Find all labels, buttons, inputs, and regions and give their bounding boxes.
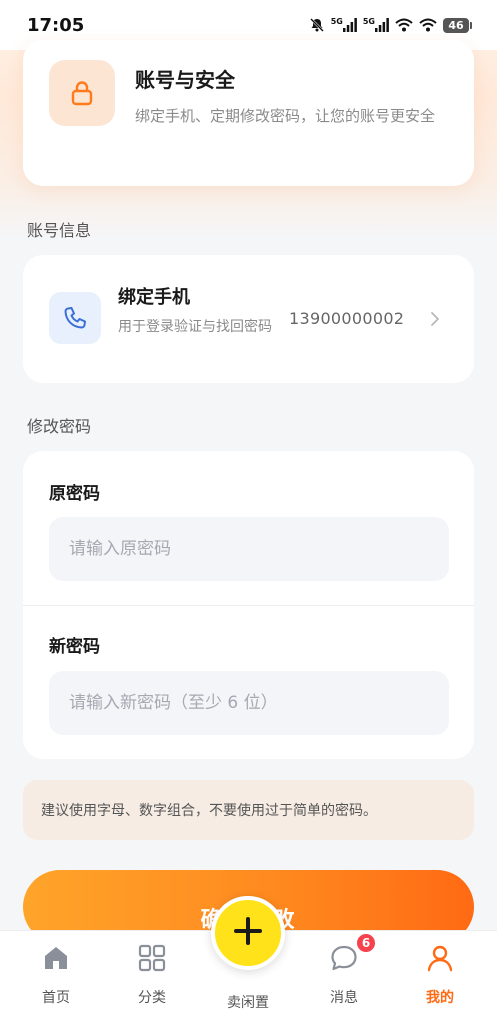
password-tip: 建议使用字母、数字组合，不要使用过于简单的密码。 bbox=[23, 780, 474, 840]
signal-icon: 5G bbox=[363, 18, 389, 32]
tab-label: 消息 bbox=[330, 990, 358, 1006]
page-description: 绑定手机、定期修改密码，让您的账号更安全 bbox=[135, 107, 436, 125]
plus-icon bbox=[232, 915, 264, 951]
tab-label: 我的 bbox=[426, 990, 454, 1006]
section-label-password: 修改密码 bbox=[27, 417, 92, 436]
mute-bell-icon bbox=[309, 17, 325, 33]
grid-icon bbox=[137, 943, 167, 977]
chat-icon bbox=[329, 943, 359, 977]
tab-home[interactable]: 首页 bbox=[21, 931, 91, 1024]
new-password-input[interactable] bbox=[49, 671, 449, 735]
signal1-label: 5G bbox=[330, 17, 343, 26]
old-password-label: 原密码 bbox=[49, 484, 100, 504]
new-password-label: 新密码 bbox=[49, 637, 100, 657]
signal2-label: 5G bbox=[362, 17, 375, 26]
section-label-account: 账号信息 bbox=[27, 221, 92, 240]
bind-phone-description: 用于登录验证与找回密码 bbox=[118, 319, 272, 335]
chevron-right-icon bbox=[429, 310, 441, 332]
old-password-input[interactable] bbox=[49, 517, 449, 581]
divider bbox=[23, 605, 474, 606]
user-icon bbox=[425, 943, 455, 977]
signal-icon: 5G bbox=[331, 18, 357, 32]
tab-mine[interactable]: 我的 bbox=[405, 931, 475, 1024]
phone-icon bbox=[49, 292, 101, 344]
home-icon bbox=[41, 943, 71, 977]
bound-phone-number: 13900000002 bbox=[289, 309, 405, 328]
tab-label: 分类 bbox=[138, 990, 166, 1006]
tab-label: 首页 bbox=[42, 990, 70, 1006]
page-title: 账号与安全 bbox=[135, 68, 235, 92]
security-header-card: 账号与安全 绑定手机、定期修改密码，让您的账号更安全 bbox=[23, 40, 474, 186]
lock-icon bbox=[49, 60, 115, 126]
status-icons: 5G 5G 46 bbox=[309, 17, 472, 33]
message-count-badge: 6 bbox=[355, 932, 377, 954]
bind-phone-title: 绑定手机 bbox=[118, 287, 190, 308]
tab-category[interactable]: 分类 bbox=[117, 931, 187, 1024]
sell-item-button[interactable] bbox=[211, 896, 285, 970]
wifi-icon bbox=[419, 18, 437, 32]
wifi-icon bbox=[395, 18, 413, 32]
bind-phone-row[interactable]: 绑定手机 用于登录验证与找回密码 13900000002 bbox=[23, 255, 474, 383]
battery-icon: 46 bbox=[443, 17, 472, 33]
sell-item-label: 卖闲置 bbox=[227, 995, 269, 1011]
change-password-card: 原密码 新密码 bbox=[23, 451, 474, 759]
status-time: 17:05 bbox=[27, 14, 85, 36]
